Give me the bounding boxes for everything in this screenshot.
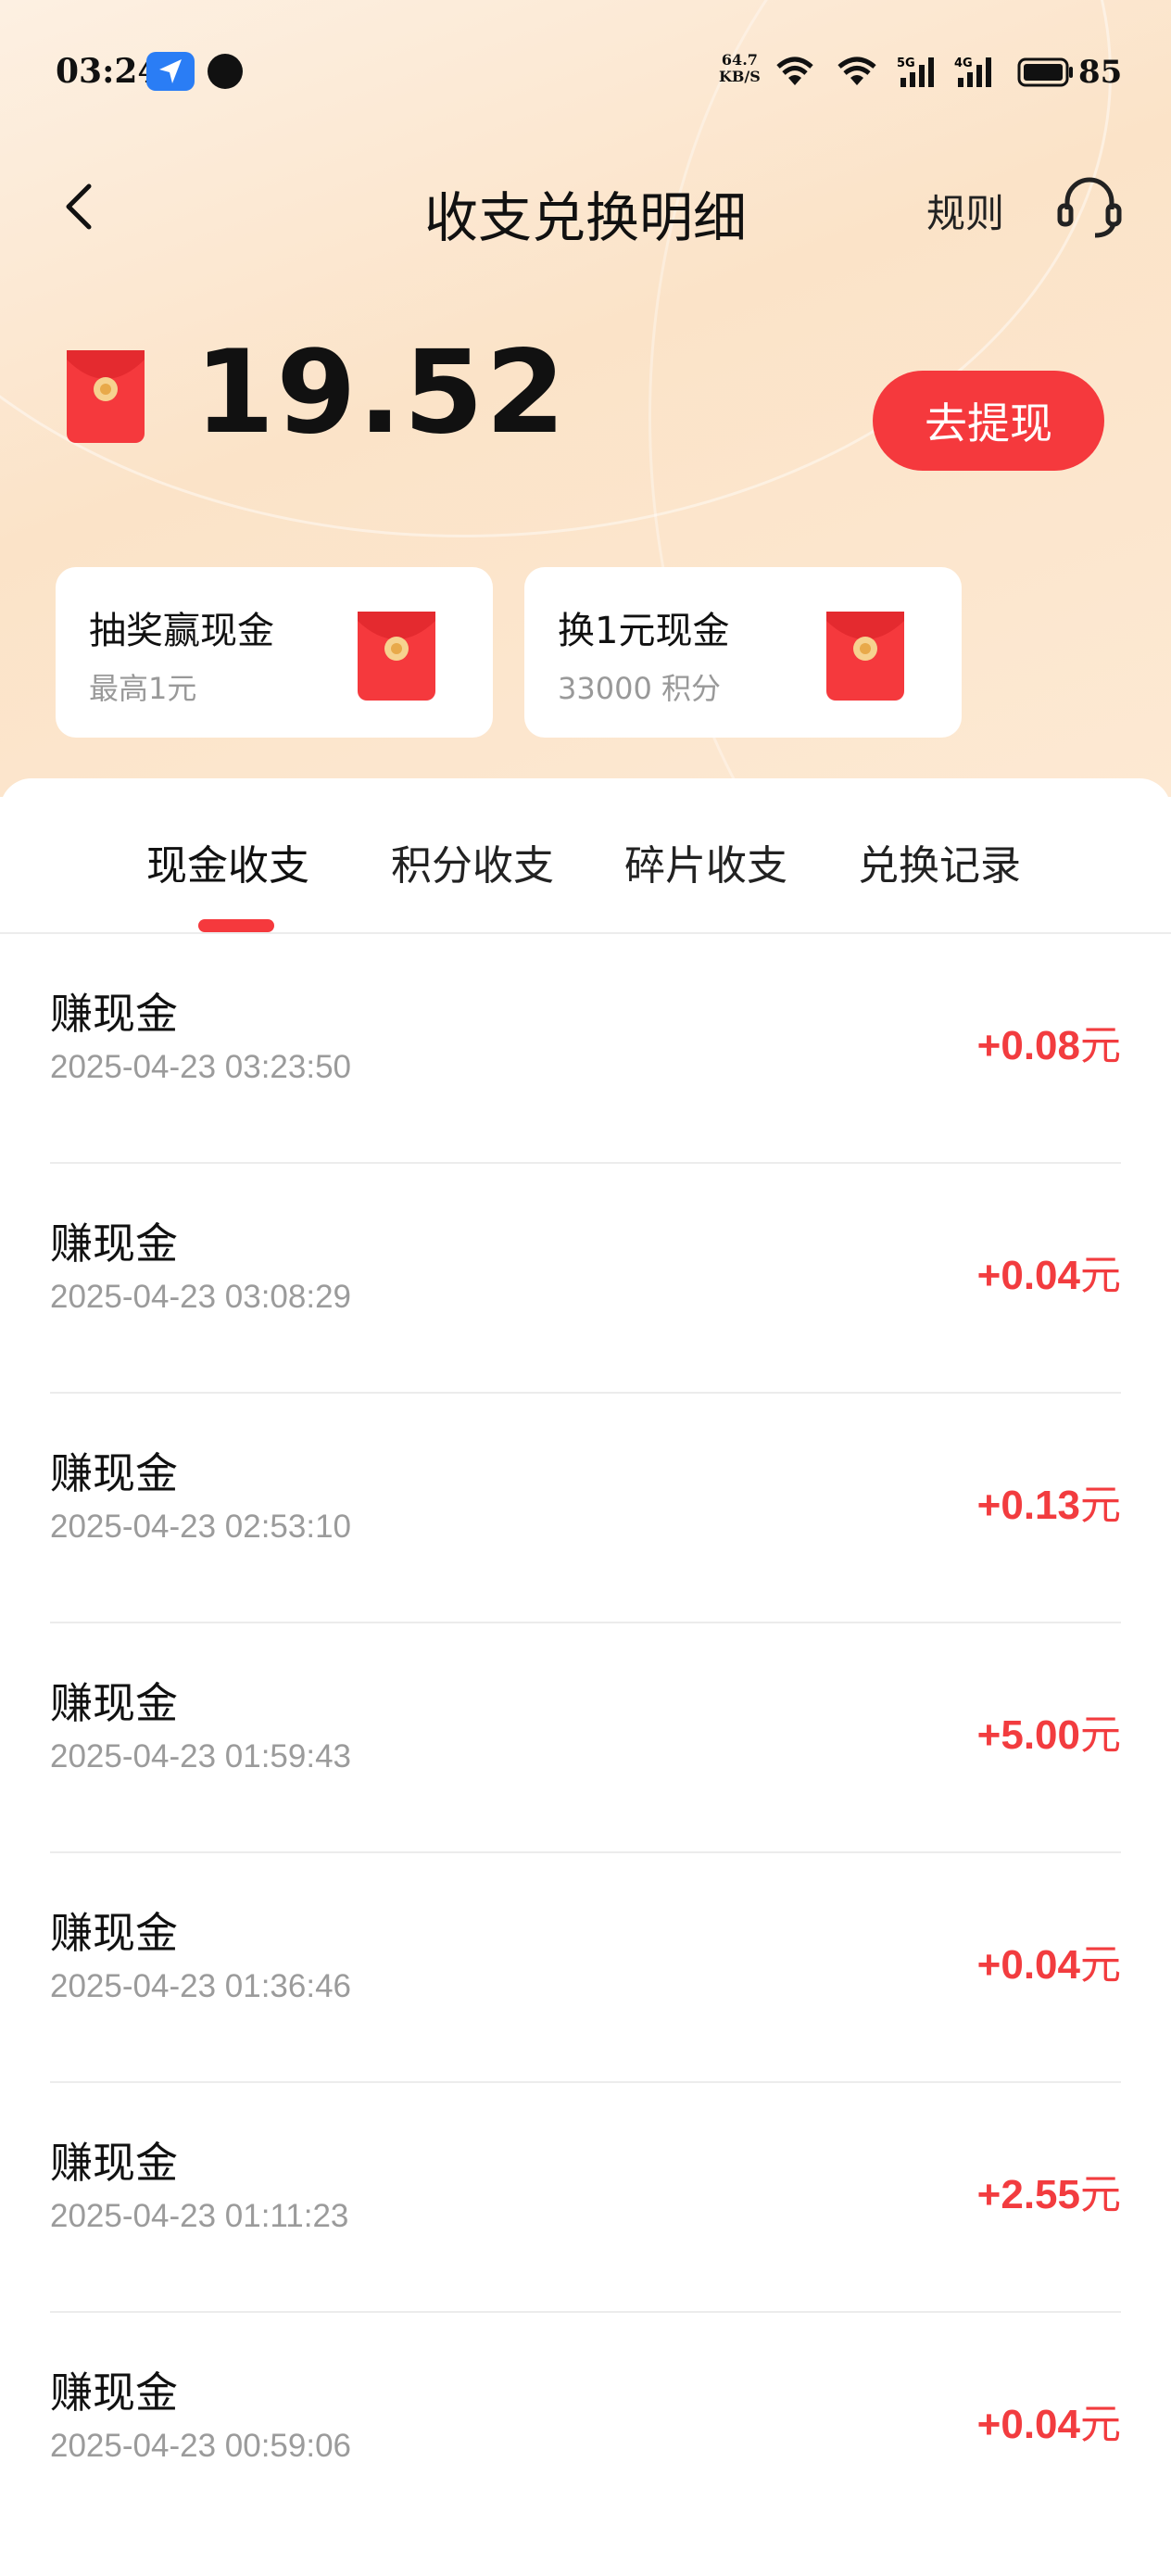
promo-subtitle: 最高1元 xyxy=(89,671,197,706)
battery-icon xyxy=(1017,57,1073,87)
status-time: 03:24 xyxy=(56,52,161,91)
battery-level: 85 xyxy=(1078,54,1123,91)
promo-title: 换1元现金 xyxy=(558,610,730,652)
transaction-title: 赚现金 xyxy=(50,989,178,1039)
transaction-amount: +2.55元 xyxy=(977,2161,1121,2220)
promo-card-exchange[interactable]: 换1元现金 33000 积分 xyxy=(524,567,962,738)
transaction-time: 2025-04-23 01:36:46 xyxy=(50,1968,351,2004)
transaction-time: 2025-04-23 03:08:29 xyxy=(50,1279,351,1315)
active-tab-indicator xyxy=(198,919,274,932)
transaction-amount-unit: 元 xyxy=(1080,1712,1121,1758)
promo-card-lottery[interactable]: 抽奖赢现金 最高1元 xyxy=(56,567,493,738)
tab-fragments[interactable]: 碎片收支 xyxy=(624,832,787,891)
headset-icon[interactable] xyxy=(1054,170,1125,241)
list-item[interactable]: 赚现金 2025-04-23 01:11:23 +2.55元 xyxy=(50,2083,1121,2313)
transaction-amount: +0.04元 xyxy=(977,1242,1121,1301)
promo-subtitle: 33000 积分 xyxy=(558,671,721,706)
transaction-amount-unit: 元 xyxy=(1080,2402,1121,2447)
tab-exchange-records[interactable]: 兑换记录 xyxy=(858,832,1021,891)
transaction-time: 2025-04-23 01:11:23 xyxy=(50,2198,349,2234)
sim2-label: 4G xyxy=(954,57,973,70)
transaction-amount: +0.08元 xyxy=(977,1012,1121,1071)
transaction-time: 2025-04-23 01:59:43 xyxy=(50,1738,351,1774)
transaction-title: 赚现金 xyxy=(50,1678,178,1728)
signal-icon: 4G xyxy=(954,57,991,87)
status-bar: 03:24 64.7 KB/S 5G 4G 85 xyxy=(0,0,1171,148)
withdraw-button[interactable]: 去提现 xyxy=(873,371,1104,471)
list-item[interactable]: 赚现金 2025-04-23 00:59:06 +0.04元 xyxy=(50,2313,1121,2543)
transaction-amount: +0.04元 xyxy=(977,1931,1121,1990)
transaction-amount-unit: 元 xyxy=(1080,1483,1121,1528)
transaction-time: 2025-04-23 00:59:06 xyxy=(50,2428,351,2464)
rules-link[interactable]: 规则 xyxy=(926,183,1004,239)
list-item[interactable]: 赚现金 2025-04-23 02:53:10 +0.13元 xyxy=(50,1394,1121,1623)
transaction-amount-unit: 元 xyxy=(1080,2172,1121,2217)
red-envelope-icon xyxy=(67,350,145,443)
transaction-amount-unit: 元 xyxy=(1080,1942,1121,1988)
network-speed: 64.7 KB/S xyxy=(719,52,761,85)
transaction-amount-value: +2.55 xyxy=(976,2172,1080,2217)
tab-bar: 现金收支 积分收支 碎片收支 兑换记录 xyxy=(0,778,1171,934)
red-envelope-icon xyxy=(358,612,435,701)
transaction-amount: +0.04元 xyxy=(977,2391,1121,2450)
list-item[interactable]: 赚现金 2025-04-23 01:59:43 +5.00元 xyxy=(50,1623,1121,1853)
promo-title: 抽奖赢现金 xyxy=(89,610,274,652)
tab-points[interactable]: 积分收支 xyxy=(391,832,554,891)
signal-icon: 5G xyxy=(897,57,934,87)
list-item[interactable]: 赚现金 2025-04-23 01:36:46 +0.04元 xyxy=(50,1853,1121,2083)
transaction-amount-unit: 元 xyxy=(1080,1253,1121,1298)
transaction-time: 2025-04-23 02:53:10 xyxy=(50,1509,351,1545)
network-speed-unit: KB/S xyxy=(719,68,761,85)
balance-amount: 19.52 xyxy=(195,326,568,460)
location-arrow-icon xyxy=(146,52,195,91)
wifi-icon xyxy=(837,57,876,85)
transaction-title: 赚现金 xyxy=(50,2368,178,2418)
transaction-amount: +0.13元 xyxy=(977,1471,1121,1531)
chat-bubble-icon xyxy=(208,54,243,89)
transaction-amount-unit: 元 xyxy=(1080,1023,1121,1068)
transaction-amount-value: +0.04 xyxy=(976,1942,1080,1988)
sim1-label: 5G xyxy=(897,57,915,70)
red-envelope-icon xyxy=(826,612,904,701)
list-item[interactable]: 赚现金 2025-04-23 03:08:29 +0.04元 xyxy=(50,1164,1121,1394)
transaction-amount-value: +5.00 xyxy=(976,1712,1080,1758)
transaction-title: 赚现金 xyxy=(50,2138,178,2188)
network-speed-value: 64.7 xyxy=(721,51,758,69)
transactions-panel: 现金收支 积分收支 碎片收支 兑换记录 赚现金 2025-04-23 03:23… xyxy=(0,778,1171,2576)
transaction-time: 2025-04-23 03:23:50 xyxy=(50,1049,351,1085)
transaction-title: 赚现金 xyxy=(50,1448,178,1498)
transaction-title: 赚现金 xyxy=(50,1908,178,1958)
transaction-amount-value: +0.08 xyxy=(976,1023,1080,1068)
wifi-icon xyxy=(776,57,813,85)
transaction-title: 赚现金 xyxy=(50,1219,178,1269)
tab-cash[interactable]: 现金收支 xyxy=(146,832,309,891)
transaction-amount-value: +0.04 xyxy=(976,2402,1080,2447)
transaction-amount-value: +0.04 xyxy=(976,1253,1080,1298)
list-item[interactable]: 赚现金 2025-04-23 03:23:50 +0.08元 xyxy=(50,934,1121,1164)
transaction-amount: +5.00元 xyxy=(977,1701,1121,1761)
transaction-amount-value: +0.13 xyxy=(976,1483,1080,1528)
